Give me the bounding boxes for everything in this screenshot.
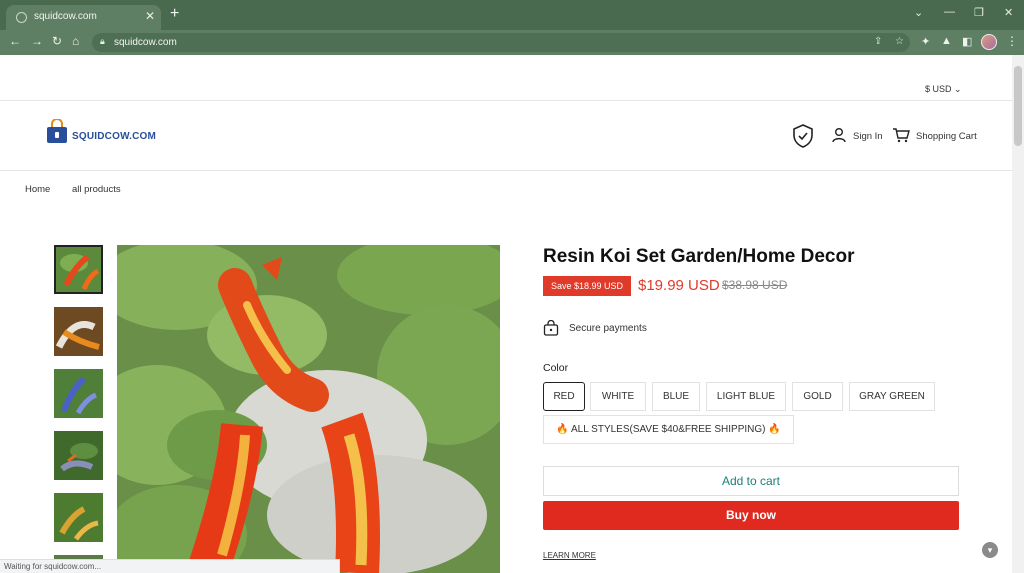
secure-payments-text: Secure payments [569,323,647,334]
side-panel-icon[interactable]: ◧ [962,35,972,48]
color-option-all-styles[interactable]: 🔥 ALL STYLES(SAVE $40&FREE SHIPPING) 🔥 [543,415,794,444]
extensions-icon[interactable]: ✦ [921,35,930,48]
color-option-gray-green[interactable]: GRAY GREEN [849,382,935,411]
maximize-button[interactable]: ❐ [974,6,984,19]
url-text[interactable]: squidcow.com [114,37,177,48]
color-option-light-blue[interactable]: LIGHT BLUE [706,382,786,411]
nav-divider [0,170,1012,171]
home-icon[interactable]: ⌂ [72,34,79,48]
currency-selector[interactable]: $ USD ⌄ [925,84,962,95]
address-bar[interactable]: 🔒︎ squidcow.com ⇪ ☆ [92,33,910,52]
product-title: Resin Koi Set Garden/Home Decor [543,246,855,267]
add-to-cart-button[interactable]: Add to cart [543,466,959,496]
loading-favicon-icon [16,12,27,23]
buy-now-button[interactable]: Buy now [543,501,959,530]
color-label: Color [543,362,569,374]
secure-bag-icon [543,320,559,336]
reload-icon[interactable]: ↻ [52,34,62,48]
minimize-button[interactable]: — [944,6,955,18]
thumbnail-2[interactable] [54,307,103,356]
thumbnail-3[interactable] [54,369,103,418]
sign-in-link[interactable]: Sign In [853,131,883,142]
color-option-white[interactable]: WHITE [590,382,646,411]
sale-price: $19.99 USD [638,277,720,294]
shield-check-icon [793,124,813,148]
user-icon[interactable] [831,127,847,143]
floating-chat-icon[interactable]: ▾ [982,542,998,558]
bookmark-star-icon[interactable]: ☆ [895,36,904,47]
save-badge: Save $18.99 USD [543,276,631,296]
product-main-image[interactable] [117,245,500,573]
close-tab-icon[interactable]: ✕ [145,9,155,23]
browser-toolbar: ← → ↻ ⌂ 🔒︎ squidcow.com ⇪ ☆ ✦ ▲ ◧ [0,30,1024,55]
logo-text[interactable]: SQUIDCOW.COM [72,131,156,142]
arrow-right-icon[interactable]: → [31,34,43,48]
scrollbar-thumb[interactable] [1014,66,1022,146]
tab-title: squidcow.com [34,11,97,22]
close-window-button[interactable]: ✕ [1004,6,1013,19]
cart-icon[interactable] [892,127,910,143]
breadcrumb-home[interactable]: Home [25,184,50,195]
new-tab-button[interactable]: + [170,6,179,22]
profile-avatar[interactable] [981,34,997,50]
color-option-blue[interactable]: BLUE [652,382,700,411]
thumbnail-4[interactable] [54,431,103,480]
learn-more-link[interactable]: LEARN MORE [543,551,596,560]
browser-tab-bar: squidcow.com ✕ + ⌄ — ❐ ✕ [0,0,1024,30]
share-icon[interactable]: ⇪ [874,36,882,47]
thumbnail-5[interactable] [54,493,103,542]
logo-bag-icon[interactable] [45,119,69,144]
breadcrumb-all-products[interactable]: all products [72,184,121,195]
labs-icon[interactable]: ▲ [941,35,952,47]
header-divider [0,100,1012,101]
arrow-left-icon[interactable]: ← [9,34,21,48]
tab-search-icon[interactable]: ⌄ [914,6,923,19]
shopping-cart-link[interactable]: Shopping Cart [916,131,977,142]
browser-menu-icon[interactable]: ⋮ [1006,34,1018,48]
color-option-gold[interactable]: GOLD [792,382,843,411]
compare-price: $38.98 USD [722,278,788,292]
lock-icon[interactable]: 🔒︎ [100,36,105,47]
browser-tab[interactable]: squidcow.com ✕ [6,5,161,30]
thumbnail-1[interactable] [54,245,103,294]
color-option-red[interactable]: RED [543,382,585,411]
status-bar: Waiting for squidcow.com... [0,559,340,573]
